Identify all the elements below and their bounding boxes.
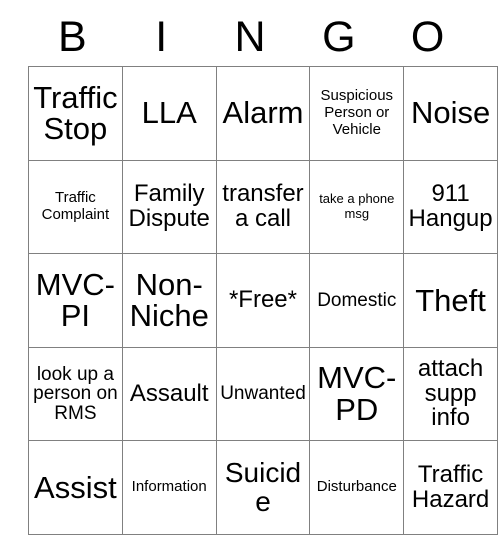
- bingo-header-letter-n: N: [234, 12, 266, 61]
- bingo-cell-label: attach supp info: [417, 355, 484, 432]
- bingo-cell-label: Information: [131, 478, 207, 496]
- bingo-card: B I N G O Traffic Stop LLA Alarm Suspici…: [28, 8, 498, 535]
- bingo-cell[interactable]: 911 Hangup: [403, 159, 498, 255]
- bingo-cell[interactable]: Traffic Complaint: [28, 159, 123, 255]
- bingo-cell[interactable]: Traffic Hazard: [403, 440, 498, 535]
- bingo-cell-label: Family Dispute: [128, 180, 210, 232]
- bingo-cell-label: *Free*: [228, 286, 297, 314]
- bingo-cell[interactable]: transfer a call: [215, 159, 311, 255]
- bingo-cell[interactable]: Domestic: [309, 253, 405, 348]
- bingo-cell-label: transfer a call: [222, 180, 304, 232]
- bingo-cell[interactable]: Non-Niche: [121, 253, 217, 348]
- bingo-cell-label: Non-Niche: [129, 266, 209, 334]
- bingo-cell[interactable]: Theft: [403, 253, 498, 348]
- bingo-header-letter-i: I: [155, 12, 168, 61]
- bingo-cell-label: Traffic Stop: [33, 79, 118, 147]
- bingo-cell-label: Unwanted: [220, 383, 306, 405]
- bingo-cell-label: take a phone msg: [319, 191, 395, 221]
- bingo-cell[interactable]: look up a person on RMS: [28, 346, 123, 442]
- bingo-header-row: B I N G O: [28, 8, 472, 66]
- bingo-cell-label: Theft: [415, 282, 486, 318]
- bingo-cell-free[interactable]: *Free*: [215, 253, 311, 348]
- bingo-cell-label: Disturbance: [316, 478, 397, 496]
- bingo-cell-label: Alarm: [222, 95, 304, 131]
- bingo-row: Traffic Stop LLA Alarm Suspicious Person…: [28, 66, 498, 161]
- bingo-cell-label: Noise: [410, 95, 491, 131]
- bingo-cell-label: MVC-PI: [35, 266, 115, 334]
- bingo-cell[interactable]: Assist: [28, 440, 123, 535]
- bingo-row: Traffic Complaint Family Dispute transfe…: [28, 159, 498, 255]
- bingo-header-letter-g: G: [322, 12, 356, 61]
- bingo-header-letter-b: B: [58, 12, 87, 61]
- bingo-cell-label: LLA: [141, 95, 197, 131]
- bingo-cell-label: 911 Hangup: [408, 180, 493, 232]
- bingo-cell-label: Suspicious Person or Vehicle: [320, 87, 394, 138]
- bingo-cell[interactable]: MVC-PD: [309, 346, 405, 442]
- bingo-cell[interactable]: attach supp info: [403, 346, 498, 442]
- bingo-cell[interactable]: Suicide: [215, 440, 311, 535]
- bingo-cell-label: Suicide: [224, 457, 302, 517]
- bingo-cell-label: Domestic: [317, 289, 397, 311]
- bingo-cell-label: look up a person on RMS: [33, 364, 118, 424]
- bingo-cell-label: Assault: [129, 379, 209, 407]
- bingo-grid: Traffic Stop LLA Alarm Suspicious Person…: [28, 66, 498, 535]
- bingo-row: Assist Information Suicide Disturbance T…: [28, 440, 498, 535]
- bingo-cell-label: Traffic Hazard: [411, 461, 490, 513]
- bingo-header-letter-o: O: [410, 12, 445, 61]
- bingo-cell[interactable]: Disturbance: [309, 440, 405, 535]
- bingo-cell[interactable]: Unwanted: [215, 346, 311, 442]
- bingo-cell[interactable]: Noise: [403, 66, 498, 161]
- bingo-cell[interactable]: LLA: [121, 66, 217, 161]
- bingo-cell[interactable]: take a phone msg: [309, 159, 405, 255]
- bingo-cell[interactable]: MVC-PI: [28, 253, 123, 348]
- bingo-cell[interactable]: Alarm: [215, 66, 311, 161]
- bingo-cell[interactable]: Assault: [121, 346, 217, 442]
- bingo-cell-label: Traffic Complaint: [41, 189, 110, 223]
- bingo-cell-label: MVC-PD: [317, 360, 397, 428]
- bingo-row: MVC-PI Non-Niche *Free* Domestic Theft: [28, 253, 498, 348]
- bingo-cell-label: Assist: [34, 469, 117, 505]
- bingo-row: look up a person on RMS Assault Unwanted…: [28, 346, 498, 442]
- bingo-cell[interactable]: Traffic Stop: [28, 66, 123, 161]
- bingo-cell[interactable]: Family Dispute: [121, 159, 217, 255]
- bingo-cell[interactable]: Suspicious Person or Vehicle: [309, 66, 405, 161]
- bingo-cell[interactable]: Information: [121, 440, 217, 535]
